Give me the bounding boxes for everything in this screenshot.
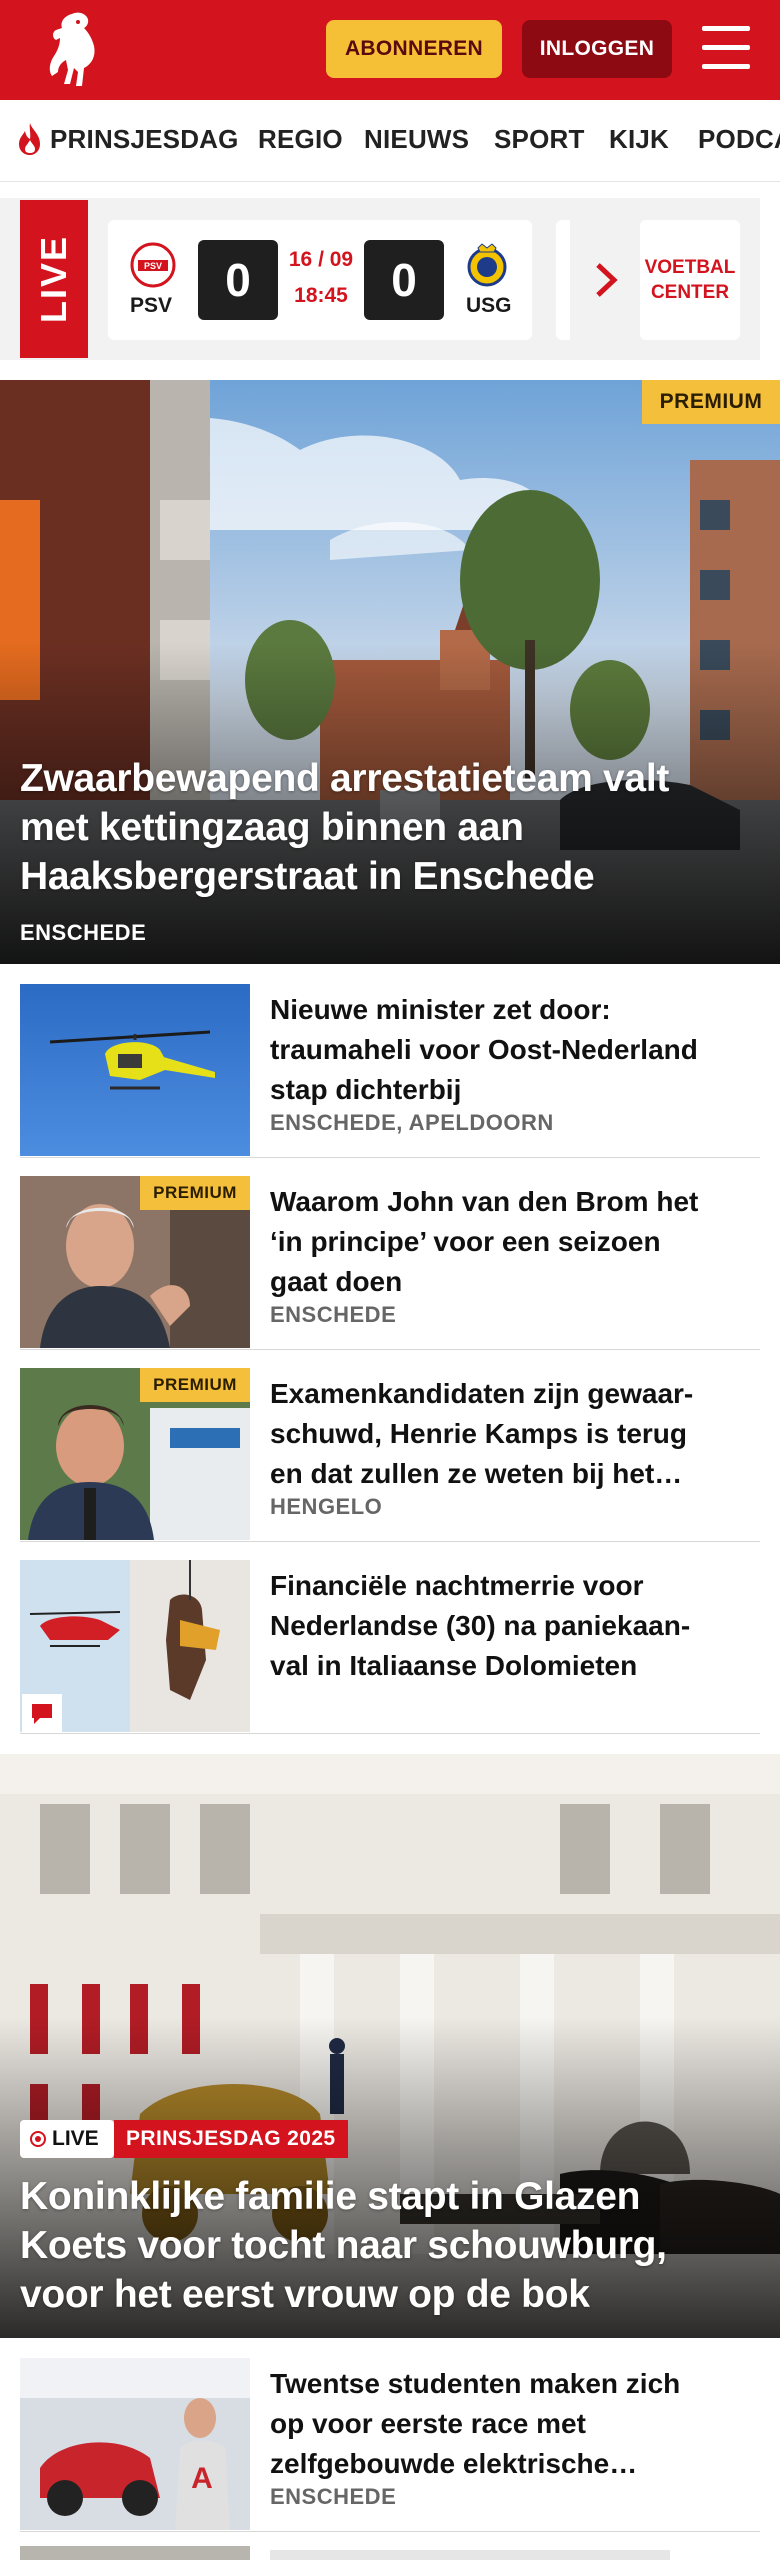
live-dot-icon: [30, 2131, 46, 2147]
hero-title[interactable]: Koninklijke familie stapt in Glazen Koet…: [20, 2172, 667, 2319]
login-button[interactable]: INLOGGEN: [522, 20, 672, 78]
psv-logo-icon: PSV: [130, 242, 176, 288]
article-thumbnail: A: [20, 2358, 250, 2530]
premium-badge: PREMIUM: [140, 1368, 250, 1402]
nav-item-nieuws[interactable]: NIEUWS: [364, 124, 469, 155]
article-location: HENGELO: [270, 1494, 383, 1519]
flame-icon: [19, 123, 40, 155]
home-score: 0: [198, 240, 278, 320]
list-item[interactable]: A Twentse studenten maken zich op voor ee…: [20, 2358, 760, 2532]
nav-item-podcasts[interactable]: PODCA: [698, 124, 780, 155]
article-location: ENSCHEDE: [270, 2484, 397, 2509]
nav-item-kijk[interactable]: KIJK: [609, 124, 669, 155]
comment-icon: [22, 1694, 62, 1732]
premium-badge: PREMIUM: [642, 380, 780, 424]
horse-logo-icon[interactable]: [38, 10, 108, 90]
nav-item-sport[interactable]: SPORT: [494, 124, 585, 155]
next-article-title[interactable]: [270, 2550, 670, 2560]
hero-location: ENSCHEDE: [20, 920, 147, 945]
article-title[interactable]: Examenkandidaten zijn gewaar-schuwd, Hen…: [270, 1374, 750, 1494]
voetbal-center-link[interactable]: VOETBAL CENTER: [640, 220, 740, 340]
chevron-right-icon[interactable]: [594, 262, 620, 298]
nav-item-prinsjesdag[interactable]: PRINSJESDAG: [50, 124, 239, 155]
article-title[interactable]: Waarom John van den Brom het ‘in principe…: [270, 1182, 750, 1302]
live-indicator: LIVE: [20, 2120, 114, 2158]
live-label: LIVE: [20, 200, 88, 358]
main-navigation: PRINSJESDAG REGIO NIEUWS SPORT KIJK PODC…: [0, 100, 780, 182]
topic-tag[interactable]: PRINSJESDAG 2025: [114, 2120, 348, 2158]
match-date: 16 / 09: [288, 248, 354, 271]
article-location: ENSCHEDE: [270, 1302, 397, 1327]
article-title[interactable]: Twentse studenten maken zich op voor eers…: [270, 2364, 750, 2484]
away-score: 0: [364, 240, 444, 320]
next-match-card[interactable]: [556, 220, 570, 340]
usg-logo-icon: [467, 243, 507, 287]
home-team-name: PSV: [130, 294, 173, 317]
article-thumbnail: [20, 984, 250, 1156]
list-item[interactable]: Nieuwe minister zet door: traumaheli voor…: [20, 984, 760, 1158]
premium-badge: PREMIUM: [140, 1176, 250, 1210]
svg-text:PSV: PSV: [144, 261, 162, 271]
svg-text:A: A: [191, 2462, 213, 2495]
list-item[interactable]: PREMIUM Examenkandidaten zijn gewaar-sch…: [20, 1368, 760, 1542]
list-item[interactable]: Financiële nachtmerrie voor Nederlandse (…: [20, 1560, 760, 1734]
list-item[interactable]: PREMIUM Waarom John van den Brom het ‘in …: [20, 1176, 760, 1350]
nav-item-regio[interactable]: REGIO: [258, 124, 343, 155]
article-location: ENSCHEDE, APELDOORN: [270, 1110, 554, 1135]
menu-icon[interactable]: [702, 26, 750, 70]
hero-title[interactable]: Zwaarbewapend arrestatieteam valt met ke…: [20, 754, 669, 901]
match-time: 18:45: [294, 284, 348, 307]
top-header-bar: ABONNEREN INLOGGEN: [0, 0, 780, 100]
article-title[interactable]: Nieuwe minister zet door: traumaheli voor…: [270, 990, 750, 1110]
subscribe-button[interactable]: ABONNEREN: [326, 20, 502, 78]
away-team-name: USG: [466, 294, 512, 317]
next-article-thumbnail[interactable]: [20, 2546, 250, 2560]
article-title[interactable]: Financiële nachtmerrie voor Nederlandse (…: [270, 1566, 750, 1686]
